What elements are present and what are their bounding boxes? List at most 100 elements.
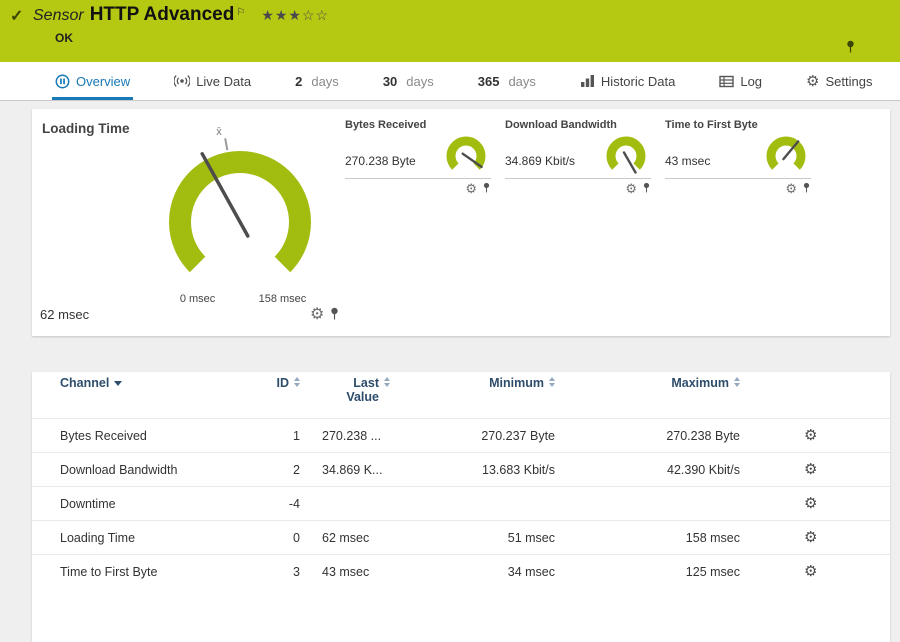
- channel-id: -4: [240, 486, 300, 521]
- mini-pin-icon[interactable]: [482, 181, 491, 196]
- channel-minimum: 13.683 Kbit/s: [390, 452, 555, 487]
- gauge-min-label: 0 msec: [180, 293, 216, 305]
- column-header-id-label: ID: [276, 376, 290, 390]
- sort-desc-icon: [114, 381, 123, 387]
- channel-settings-gear-icon[interactable]: ⚙: [804, 495, 817, 512]
- channel-maximum: 125 msec: [555, 554, 740, 588]
- channel-id: 1: [240, 418, 300, 453]
- sensor-header: ✓ Sensor HTTP Advanced ⚐ ★★★☆☆ OK: [0, 0, 900, 62]
- channel-last-value: 43 msec: [300, 554, 390, 588]
- sensor-title-line: Sensor HTTP Advanced ⚐ ★★★☆☆: [33, 4, 329, 26]
- gauge-current-value: 62 msec: [40, 307, 90, 322]
- gauge-settings-gear-icon[interactable]: ⚙: [310, 307, 324, 323]
- channel-maximum: 42.390 Kbit/s: [555, 452, 740, 487]
- table-row[interactable]: Time to First Byte 3 43 msec 34 msec 125…: [32, 554, 890, 588]
- channel-name: Time to First Byte: [32, 554, 240, 588]
- channel-name: Bytes Received: [32, 418, 240, 453]
- channel-settings-gear-icon[interactable]: ⚙: [804, 563, 817, 580]
- table-row[interactable]: Loading Time 0 62 msec 51 msec 158 msec …: [32, 520, 890, 555]
- column-header-last-value[interactable]: Last Value: [300, 372, 390, 419]
- log-icon: [719, 75, 735, 87]
- column-header-maximum-label: Maximum: [671, 376, 729, 390]
- channel-settings-gear-icon[interactable]: ⚙: [804, 427, 817, 444]
- mini-pin-icon[interactable]: [642, 181, 651, 196]
- column-header-maximum[interactable]: Maximum: [555, 372, 740, 419]
- column-header-id[interactable]: ID: [240, 372, 300, 419]
- tab-settings[interactable]: ⚙ Settings: [806, 62, 872, 100]
- mini-gauge-value: 43 msec: [665, 154, 711, 168]
- mini-pin-icon[interactable]: [802, 181, 811, 196]
- channel-name: Download Bandwidth: [32, 452, 240, 487]
- table-row[interactable]: Downtime -4 ⚙: [32, 486, 890, 521]
- settings-gear-icon: ⚙: [806, 72, 820, 90]
- tab-365-days[interactable]: 365 days: [478, 62, 536, 100]
- status-check-icon: ✓: [10, 8, 24, 25]
- historic-data-icon: [580, 75, 594, 87]
- column-header-channel-label: Channel: [60, 376, 110, 390]
- loading-time-gauge: x̄ 0 msec 158 msec: [169, 126, 311, 305]
- channel-name: Loading Time: [32, 520, 240, 555]
- table-row[interactable]: Bytes Received 1 270.238 ... 270.237 Byt…: [32, 418, 890, 453]
- table-row[interactable]: Download Bandwidth 2 34.869 K... 13.683 …: [32, 452, 890, 487]
- channel-name: Downtime: [32, 486, 240, 521]
- mini-gauge-label: Bytes Received: [345, 119, 427, 131]
- channel-last-value: 270.238 ...: [300, 418, 390, 453]
- mini-gauge: [606, 136, 646, 174]
- channel-minimum: [390, 486, 555, 521]
- mini-gauge: [446, 136, 486, 170]
- tab-settings-label: Settings: [825, 73, 873, 89]
- tab-live-data[interactable]: Live Data: [174, 62, 251, 100]
- tab-30-days-number: 30: [382, 73, 398, 89]
- tab-log[interactable]: Log: [719, 62, 762, 100]
- mini-gauge-section-download-bandwidth: Download Bandwidth 34.869 Kbit/s ⚙: [505, 119, 651, 196]
- tab-overview[interactable]: Overview: [51, 62, 134, 100]
- tab-bar: Overview Live Data 2 days 30 days 365 da…: [0, 62, 900, 101]
- tab-2-days-number: 2: [295, 73, 303, 89]
- channel-last-value: [300, 486, 390, 521]
- column-header-minimum[interactable]: Minimum: [390, 372, 555, 419]
- tab-365-days-number: 365: [477, 73, 500, 89]
- tab-30-days[interactable]: 30 days: [383, 62, 434, 100]
- channel-id: 2: [240, 452, 300, 487]
- tab-historic-data-label: Historic Data: [600, 73, 676, 89]
- column-header-channel[interactable]: Channel: [32, 372, 240, 419]
- header-pin-icon[interactable]: [845, 40, 856, 56]
- priority-stars[interactable]: ★★★☆☆: [261, 7, 329, 23]
- mini-gauge-section-bytes-received: Bytes Received 270.238 Byte ⚙: [345, 119, 491, 196]
- tab-historic-data[interactable]: Historic Data: [580, 62, 675, 100]
- mini-gear-icon[interactable]: ⚙: [465, 182, 477, 195]
- gauge-max-label: 158 msec: [259, 293, 307, 305]
- channel-table: Channel ID Last Value Minimum Maximum By…: [32, 372, 890, 588]
- live-data-icon: [174, 75, 191, 87]
- channel-last-value: 62 msec: [300, 520, 390, 555]
- table-header-row: Channel ID Last Value Minimum Maximum: [32, 372, 890, 419]
- mini-gauge: [766, 136, 806, 170]
- overview-icon: [55, 74, 70, 88]
- channel-settings-gear-icon[interactable]: ⚙: [804, 529, 817, 546]
- channel-minimum: 270.237 Byte: [390, 418, 555, 453]
- tab-2-days[interactable]: 2 days: [295, 62, 339, 100]
- gauge-card-icons: ⚙: [310, 307, 340, 323]
- gauge-card: Loading Time x̄ 0 msec 158 msec 62 msec …: [32, 109, 890, 336]
- mini-gauge-value: 34.869 Kbit/s: [505, 154, 576, 168]
- mini-gear-icon[interactable]: ⚙: [785, 182, 797, 195]
- gauge-mean-symbol: x̄: [216, 126, 222, 138]
- channel-minimum: 34 msec: [390, 554, 555, 588]
- column-header-minimum-label: Minimum: [489, 376, 544, 390]
- channel-settings-gear-icon[interactable]: ⚙: [804, 461, 817, 478]
- mini-gauge-value: 270.238 Byte: [345, 154, 416, 168]
- channel-maximum: 158 msec: [555, 520, 740, 555]
- mini-gear-icon[interactable]: ⚙: [625, 182, 637, 195]
- gauge-mean-marker: [224, 138, 229, 151]
- gauge-pin-icon[interactable]: [329, 307, 340, 323]
- sort-icon: [294, 377, 300, 387]
- channel-minimum: 51 msec: [390, 520, 555, 555]
- sort-icon: [734, 377, 740, 387]
- sensor-kind-label: Sensor: [33, 7, 84, 24]
- priority-flag-icon: ⚐: [236, 6, 246, 18]
- tab-overview-label: Overview: [76, 73, 131, 89]
- channel-maximum: 270.238 Byte: [555, 418, 740, 453]
- channel-last-value: 34.869 K...: [300, 452, 390, 487]
- sort-icon: [384, 377, 390, 387]
- column-header-actions: [740, 372, 890, 419]
